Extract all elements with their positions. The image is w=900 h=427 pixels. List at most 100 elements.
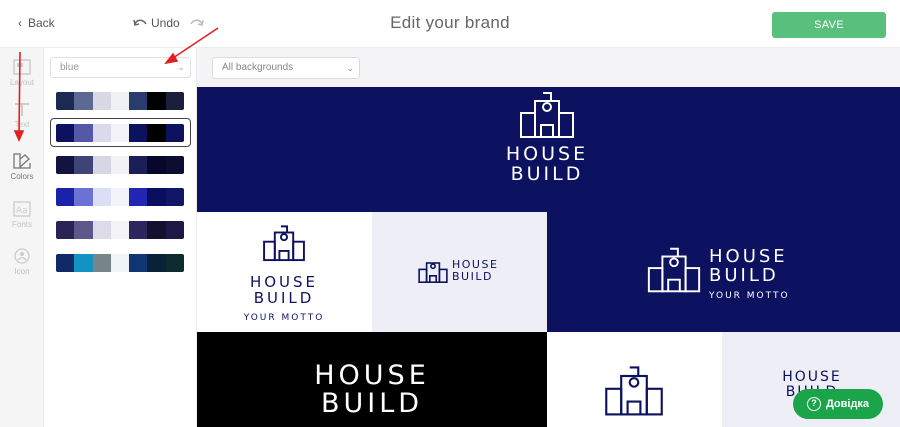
building-icon (520, 92, 574, 138)
palette-swatch (92, 156, 111, 174)
palette-swatch (110, 156, 130, 174)
brand-name: HOUSE BUILD (452, 259, 502, 282)
palette-swatch (92, 124, 111, 142)
palette-swatch (147, 221, 166, 239)
motto-text: YOUR MOTTO (709, 291, 790, 301)
palette-swatch (165, 221, 184, 239)
palette-swatch (129, 124, 148, 142)
palette-swatch (74, 156, 93, 174)
help-label: Довідка (825, 398, 870, 410)
palette-swatch (129, 156, 148, 174)
palette-swatch (56, 188, 75, 206)
sidebar-item-fonts[interactable]: Aa Fonts (0, 200, 44, 229)
palette-option[interactable] (56, 188, 184, 206)
colors-icon (13, 153, 31, 169)
question-icon: ? (806, 397, 821, 411)
palette-option[interactable] (56, 124, 184, 142)
building-icon (418, 262, 448, 283)
palette-swatch (165, 156, 184, 174)
palette-swatch (129, 254, 148, 272)
palette-swatch (110, 92, 130, 110)
logo-preview-white-stacked[interactable]: HOUSE BUILD YOUR MOTTO (197, 212, 372, 332)
palette-swatch (129, 92, 148, 110)
palette-option[interactable] (56, 92, 184, 110)
palette-swatch (74, 124, 93, 142)
palette-swatch (74, 92, 93, 110)
palette-swatch (165, 254, 184, 272)
brand-name: HOUSE BUILD (497, 143, 597, 185)
palette-swatch (110, 124, 130, 142)
brand-line-1: HOUSE (314, 360, 430, 391)
palette-swatch (92, 221, 111, 239)
brand-line-1: HOUSE (452, 258, 499, 271)
brand-line-2: BUILD (709, 264, 779, 286)
palette-swatch (147, 254, 166, 272)
palette-swatch (92, 92, 111, 110)
palette-swatch (110, 188, 130, 206)
top-bar: ‹ Back Undo Edit your brand SAVE (0, 0, 900, 48)
palette-swatch (147, 92, 166, 110)
sidebar-item-label: Icon (14, 267, 30, 276)
sidebar-item-label: Colors (10, 172, 34, 181)
page-title: Edit your brand (390, 13, 510, 32)
sidebar-item-text[interactable]: Text (0, 100, 44, 129)
icon-icon (14, 248, 30, 264)
layout-icon (13, 59, 31, 75)
logo-preview-navy-horizontal[interactable]: HOUSE BUILD YOUR MOTTO (547, 212, 900, 332)
palette-swatch (92, 254, 111, 272)
color-filter-value: blue (60, 62, 79, 73)
preview-area: All backgrounds ⌄ HOUSE BUILD HOUSE BUIL… (197, 48, 900, 427)
sidebar-item-label: Layout (9, 78, 35, 87)
palette-swatch (56, 92, 75, 110)
fonts-icon: Aa (13, 201, 31, 217)
palette-swatch (110, 221, 130, 239)
building-icon (605, 366, 663, 416)
chevron-down-icon: ⌄ (177, 62, 185, 72)
palette-swatch (147, 156, 166, 174)
sidebar-item-label: Text (14, 120, 30, 129)
palette-option[interactable] (56, 156, 184, 174)
motto-text: YOUR MOTTO (243, 313, 325, 323)
sidebar-item-layout[interactable]: Layout (0, 58, 44, 87)
logo-preview-light-horizontal[interactable]: HOUSE BUILD (372, 212, 547, 332)
text-icon (15, 103, 29, 116)
palette-swatch (147, 188, 166, 206)
palette-swatch (74, 221, 93, 239)
color-filter-select[interactable]: blue ⌄ (50, 57, 191, 78)
logo-preview-white-icon[interactable] (547, 332, 722, 427)
logo-preview-navy-wide[interactable]: HOUSE BUILD (197, 87, 900, 212)
palette-option[interactable] (56, 254, 184, 272)
palette-swatch (74, 254, 93, 272)
palette-swatch (92, 188, 111, 206)
palette-swatch (129, 188, 148, 206)
palette-swatch (56, 124, 75, 142)
brand-line-2: BUILD (452, 269, 493, 283)
palette-swatch (110, 254, 130, 272)
palette-swatch (165, 188, 184, 206)
save-button[interactable]: SAVE (772, 12, 886, 38)
chevron-down-icon: ⌄ (346, 63, 354, 73)
palette-swatch (56, 156, 75, 174)
background-filter-value: All backgrounds (222, 62, 294, 73)
brand-line-2: BUILD (510, 162, 584, 185)
building-icon (647, 247, 701, 293)
building-icon (263, 225, 305, 262)
palette-swatch (74, 188, 93, 206)
sidebar-item-colors[interactable]: Colors (0, 152, 44, 181)
logo-preview-black[interactable]: HOUSE BUILD (197, 332, 547, 427)
brand-line-1: HOUSE (505, 143, 589, 165)
background-filter-select[interactable]: All backgrounds ⌄ (212, 57, 360, 79)
brand-line-2: BUILD (253, 288, 315, 307)
palette-swatch (56, 221, 75, 239)
palette-swatch (129, 221, 148, 239)
palette-swatch (147, 124, 166, 142)
brand-line-2: BUILD (320, 388, 424, 420)
palette-option[interactable] (56, 221, 184, 239)
sidebar-item-label: Fonts (11, 220, 32, 229)
help-button[interactable]: ? Довідка (793, 389, 883, 419)
brand-line-1: HOUSE (782, 369, 842, 385)
colors-panel: blue ⌄ (44, 48, 197, 427)
palette-swatch (165, 92, 184, 110)
tool-sidebar: Layout Text Colors Aa Fonts Icon (0, 48, 44, 427)
sidebar-item-icon[interactable]: Icon (0, 247, 44, 276)
